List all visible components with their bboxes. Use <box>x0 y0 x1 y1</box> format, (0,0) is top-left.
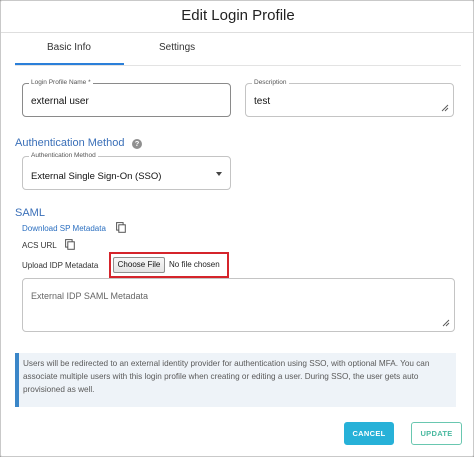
tab-basic-info[interactable]: Basic Info <box>47 42 91 53</box>
idp-metadata-textarea[interactable]: External IDP SAML Metadata <box>22 278 455 332</box>
resize-handle-icon[interactable] <box>441 104 449 112</box>
acs-url-label: ACS URL <box>22 241 57 250</box>
tab-bar: Basic Info Settings <box>15 33 461 65</box>
authentication-method-value: External Single Sign-On (SSO) <box>31 171 162 182</box>
resize-handle-icon[interactable] <box>442 319 450 327</box>
tab-settings[interactable]: Settings <box>159 42 195 53</box>
help-icon[interactable]: ? <box>132 139 142 149</box>
download-sp-metadata-link[interactable]: Download SP Metadata <box>22 224 106 233</box>
dialog-title: Edit Login Profile <box>181 7 295 24</box>
description-field[interactable]: Description test <box>245 78 454 117</box>
description-label: Description <box>252 78 289 88</box>
upload-idp-metadata-label: Upload IDP Metadata <box>22 261 99 270</box>
chevron-down-icon <box>216 172 222 176</box>
login-profile-name-field[interactable]: Login Profile Name * external user <box>22 78 231 117</box>
description-value: test <box>254 96 271 107</box>
saml-heading: SAML <box>15 207 45 219</box>
authentication-method-heading: Authentication Method <box>15 137 125 149</box>
cancel-button[interactable]: CANCEL <box>344 422 394 445</box>
copy-icon[interactable] <box>65 239 75 250</box>
login-profile-name-label: Login Profile Name * <box>29 78 93 88</box>
no-file-chosen-text: No file chosen <box>169 260 220 269</box>
copy-icon[interactable] <box>116 222 126 233</box>
authentication-method-select[interactable]: Authentication Method External Single Si… <box>22 151 231 190</box>
update-button[interactable]: UPDATE <box>411 422 462 445</box>
edit-login-profile-dialog: Edit Login Profile Basic Info Settings L… <box>0 0 474 457</box>
tab-divider <box>15 65 461 66</box>
login-profile-name-value: external user <box>31 96 89 107</box>
idp-metadata-placeholder: External IDP SAML Metadata <box>31 291 149 301</box>
authentication-method-label: Authentication Method <box>29 151 98 161</box>
choose-file-button[interactable]: Choose File <box>113 257 165 273</box>
sso-info-message: Users will be redirected to an external … <box>15 353 456 407</box>
